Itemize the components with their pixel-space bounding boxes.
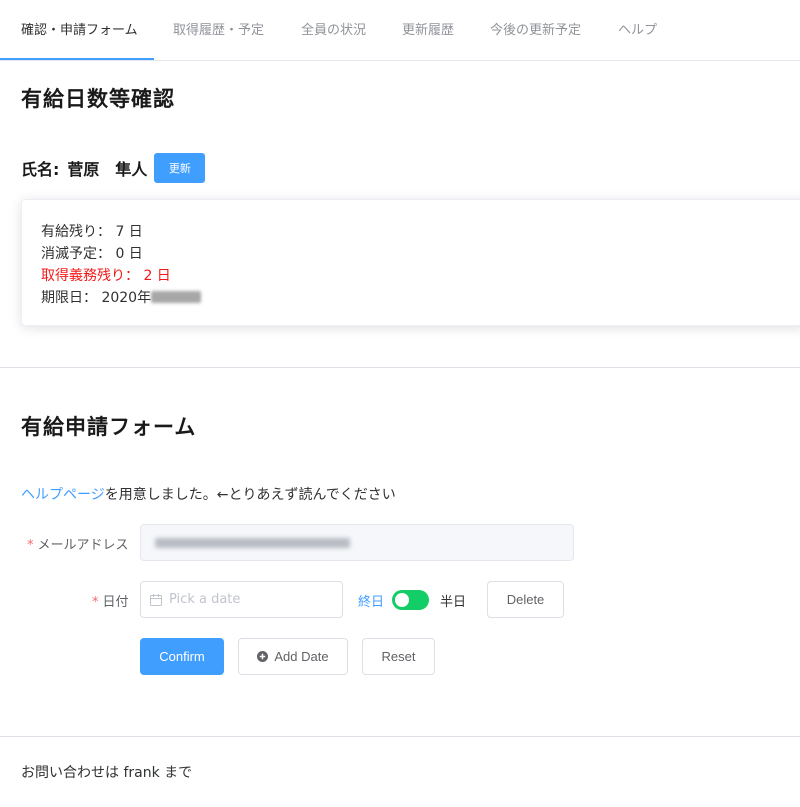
help-page-link[interactable]: ヘルプページ: [21, 487, 105, 503]
redacted-date: [151, 291, 202, 303]
date-label-text: 日付: [102, 595, 129, 610]
active-tab-indicator: [0, 58, 154, 60]
add-date-label: Add Date: [274, 649, 329, 664]
remaining-days: 有給残り： 7 日: [41, 224, 143, 240]
tab-upcoming-updates[interactable]: 今後の更新予定: [490, 0, 581, 61]
half-day-label[interactable]: 半日: [440, 591, 466, 610]
update-button[interactable]: 更新: [154, 153, 206, 183]
help-notice-text: を用意しました。←とりあえず読んでください: [104, 487, 396, 503]
full-day-label[interactable]: 終日: [358, 591, 384, 610]
email-label-text: メールアドレス: [37, 538, 129, 553]
date-picker-input[interactable]: Pick a date: [140, 581, 343, 618]
footer-divider: [0, 736, 800, 737]
confirm-heading: 有給日数等確認: [21, 87, 175, 111]
tab-update-history[interactable]: 更新履歴: [402, 0, 454, 61]
toggle-knob: [395, 593, 409, 607]
section-divider: [0, 367, 800, 368]
email-label: * メールアドレス: [27, 534, 129, 553]
reset-button[interactable]: Reset: [362, 638, 435, 675]
add-date-button[interactable]: Add Date: [238, 638, 348, 675]
expiring-days: 消滅予定： 0 日: [41, 246, 143, 262]
name-label: 氏名:: [21, 160, 60, 179]
tab-help[interactable]: ヘルプ: [618, 0, 657, 61]
footer-contact: お問い合わせは frank まで: [21, 765, 193, 781]
deadline-text: 期限日： 2020年: [41, 290, 152, 306]
date-placeholder: Pick a date: [169, 592, 241, 607]
form-heading: 有給申請フォーム: [21, 415, 197, 439]
delete-button[interactable]: Delete: [487, 581, 564, 618]
tab-history-schedule[interactable]: 取得履歴・予定: [173, 0, 264, 61]
redacted-email: [155, 537, 350, 548]
date-label: * 日付: [92, 591, 129, 610]
day-type-toggle[interactable]: [392, 590, 429, 610]
tab-bar: 確認・申請フォーム 取得履歴・予定 全員の状況 更新履歴 今後の更新予定 ヘルプ: [0, 0, 800, 61]
calendar-icon: [150, 593, 162, 606]
deadline-row: 期限日： 2020年: [41, 287, 202, 307]
mandatory-remaining-days: 取得義務残り： 2 日: [41, 268, 171, 284]
employee-name: 菅原 隼人: [67, 160, 148, 179]
name-row: 氏名: 菅原 隼人 更新: [21, 153, 206, 183]
plus-circle-icon: [257, 651, 269, 662]
leave-summary-card: 有給残り： 7 日 消滅予定： 0 日 取得義務残り： 2 日 期限日： 202…: [21, 199, 800, 326]
confirm-button[interactable]: Confirm: [140, 638, 224, 675]
tab-everyone-status[interactable]: 全員の状況: [301, 0, 366, 61]
email-field[interactable]: [140, 524, 574, 561]
required-mark: *: [27, 538, 34, 553]
help-notice: ヘルプページを用意しました。←とりあえず読んでください: [21, 484, 396, 504]
tab-confirm-apply[interactable]: 確認・申請フォーム: [21, 0, 138, 61]
required-mark: *: [92, 595, 99, 610]
